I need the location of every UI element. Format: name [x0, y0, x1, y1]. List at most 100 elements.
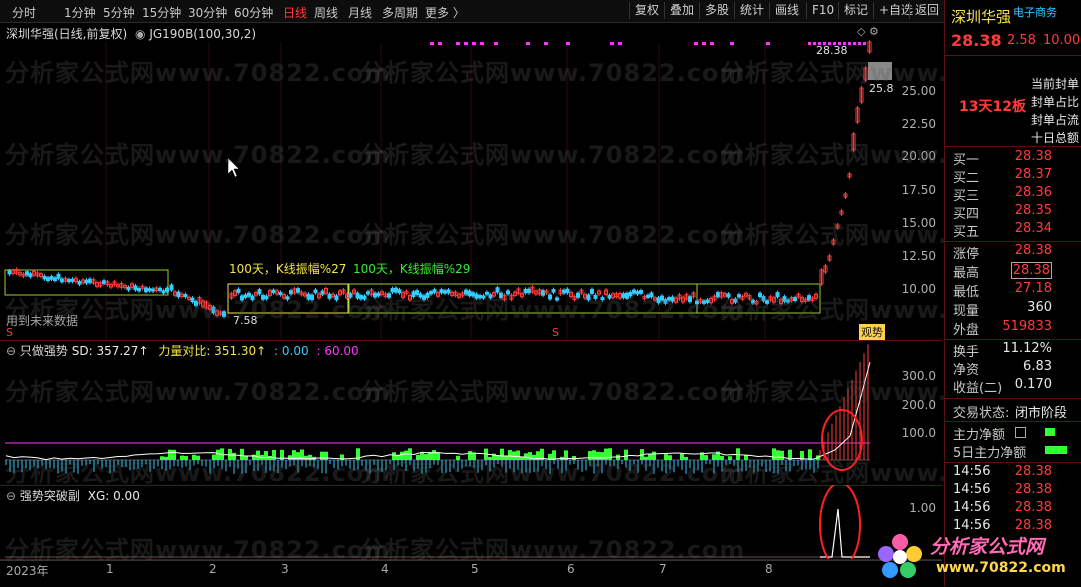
candle-body — [222, 311, 226, 317]
quote-row: 最高 28.38 — [945, 262, 1081, 281]
candle-body — [169, 284, 174, 291]
f10-button[interactable]: F10 — [806, 2, 839, 19]
main-net-row[interactable]: 主力净额 — [945, 424, 1081, 443]
main-net-5d-row[interactable]: 5日主力净额 — [945, 442, 1081, 461]
candle-body — [562, 289, 566, 294]
stat-label: 净资 — [953, 363, 980, 378]
candle-body — [758, 292, 762, 298]
period-tab-15min[interactable]: 15分钟 — [142, 4, 181, 21]
bid-row[interactable]: 买二 28.37 — [945, 167, 1081, 186]
period-tab-30min[interactable]: 30分钟 — [188, 4, 227, 21]
force-value: 力量对比: 351.30↑ — [158, 344, 267, 358]
main-net-5d-label: 5日主力净额 — [953, 446, 1027, 461]
period-tab-timeshare[interactable]: 分时 — [12, 4, 36, 21]
price-cursor-box — [868, 62, 892, 80]
momentum-block — [704, 455, 708, 460]
xg-line — [820, 508, 870, 558]
indicator-name[interactable]: JG190B(100,30,2) — [149, 27, 256, 41]
candle-body — [625, 292, 629, 299]
info-box-icon[interactable] — [1015, 427, 1026, 438]
period-tab-5min[interactable]: 5分钟 — [103, 4, 135, 21]
overlay-button[interactable]: 叠加 — [664, 2, 699, 19]
period-tab-more[interactable]: 更多 〉 — [425, 4, 465, 21]
momentum-block — [436, 452, 440, 460]
stock-sector[interactable]: 电子商务 — [1013, 4, 1057, 20]
candle-body — [158, 287, 162, 292]
signal-dot — [544, 42, 548, 45]
back-button[interactable]: 返回 — [909, 2, 944, 19]
sub1-axis-label: 300.0 — [901, 369, 936, 383]
momentum-block — [216, 449, 220, 460]
indicator-eye-icon[interactable]: ◉ — [135, 27, 145, 41]
time-axis-label: 6 — [567, 562, 575, 576]
period-tab-monthly[interactable]: 月线 — [348, 4, 372, 21]
momentum-block — [296, 452, 300, 460]
stats-button[interactable]: 统计 — [734, 2, 769, 19]
candle-body — [649, 292, 654, 298]
bid-row[interactable]: 买一 28.38 — [945, 149, 1081, 168]
period-tab-60min[interactable]: 60分钟 — [234, 4, 273, 21]
signal-dot — [480, 42, 484, 45]
bid-row[interactable]: 买三 28.36 — [945, 185, 1081, 204]
candle-body — [422, 295, 426, 301]
flower-logo-icon — [878, 534, 922, 578]
candle-body — [488, 294, 493, 299]
strength-indicator-pane[interactable]: ⊖ 只做强势 SD: 357.27↑ 力量对比: 351.30↑ : 0.00 … — [0, 340, 942, 486]
multi-stock-button[interactable]: 多股 — [699, 2, 734, 19]
candle-body — [499, 292, 503, 299]
candle-body — [600, 297, 605, 301]
candle-body — [144, 287, 148, 293]
candle-body — [667, 297, 671, 301]
momentum-block — [652, 451, 656, 460]
bid-label: 买二 — [953, 171, 980, 186]
stat-row: 换手 11.12% — [945, 341, 1081, 360]
sub1-title[interactable]: 只做强势 — [20, 344, 68, 358]
candle-body — [775, 292, 780, 298]
signal-dot — [710, 42, 714, 45]
signal-dot — [610, 42, 614, 45]
quote-row: 最低 27.18 — [945, 281, 1081, 300]
candle-body — [137, 288, 141, 292]
candle-body — [474, 293, 479, 299]
sub2-title[interactable]: 强势突破副 — [20, 489, 80, 503]
period-tab-1min[interactable]: 1分钟 — [64, 4, 96, 21]
candle-body — [607, 294, 612, 299]
bid-row[interactable]: 买四 28.35 — [945, 203, 1081, 222]
candle-body — [628, 291, 633, 297]
period-tab-multi[interactable]: 多周期 — [382, 4, 418, 21]
candle-body — [646, 294, 650, 298]
kline-pane[interactable]: 深圳华强(日线,前复权) ◉ JG190B(100,30,2) ◇ ⚙ 25.0… — [0, 22, 942, 341]
stat-label: 收益(二) — [953, 381, 1003, 396]
period-tab-daily[interactable]: 日线 — [283, 4, 307, 21]
stock-name[interactable]: 深圳华强 — [951, 6, 1011, 27]
adjust-button[interactable]: 复权 — [629, 2, 664, 19]
candle-body — [161, 290, 166, 294]
candle-body — [194, 300, 198, 307]
period-toolbar: 分时 1分钟 5分钟 15分钟 30分钟 60分钟 日线 周线 月线 多周期 更… — [0, 0, 1081, 23]
candle-body — [240, 295, 244, 301]
sub2-collapse-icon[interactable]: ⊖ — [6, 489, 16, 503]
sub1-collapse-icon[interactable]: ⊖ — [6, 344, 16, 358]
bid-row[interactable]: 买五 28.34 — [945, 221, 1081, 240]
candle-body — [56, 273, 61, 279]
sub1-header: ⊖ 只做强势 SD: 357.27↑ 力量对比: 351.30↑ : 0.00 … — [6, 342, 359, 359]
candle-body — [576, 292, 580, 298]
momentum-block — [600, 452, 604, 460]
candle-body — [590, 288, 594, 294]
main-net-label: 主力净额 — [953, 428, 1006, 443]
candle-body — [702, 300, 706, 304]
sub1-axis-label: 200.0 — [901, 398, 936, 412]
settings-diamond-icon[interactable]: ◇ ⚙ — [857, 25, 879, 38]
draw-button[interactable]: 画线 — [769, 2, 804, 19]
time-axis-label: 7 — [659, 562, 667, 576]
candle-body — [555, 297, 559, 301]
line1-value: : 0.00 — [274, 344, 309, 358]
breakout-indicator-pane[interactable]: ⊖ 强势突破副 XG: 0.00 1.00 — [0, 485, 942, 560]
mark-button[interactable]: 标记 — [838, 2, 873, 19]
momentum-block — [400, 451, 404, 460]
period-tab-weekly[interactable]: 周线 — [314, 4, 338, 21]
quote-label: 外盘 — [953, 323, 980, 338]
tick-row: 14:56 28.38 — [945, 482, 1081, 501]
momentum-block — [168, 449, 172, 460]
sell-signal-marker: S — [6, 326, 13, 339]
